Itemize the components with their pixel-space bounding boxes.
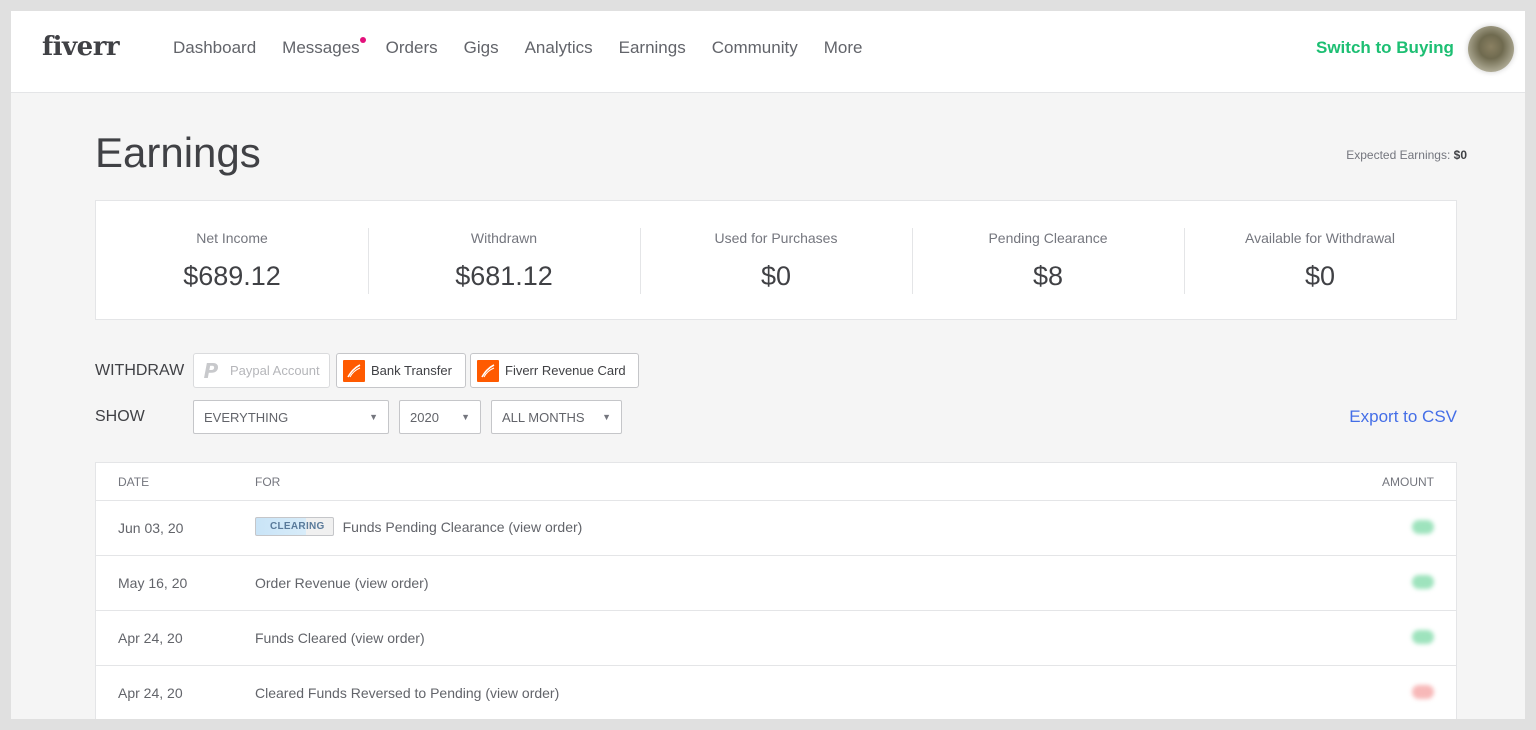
type-filter-select[interactable]: EVERYTHING ▼ xyxy=(193,400,389,434)
revenue-card-icon xyxy=(477,359,499,382)
amount-negative-blurred xyxy=(1412,685,1434,699)
table-row: Apr 24, 20 Funds Cleared (view order) xyxy=(96,611,1456,666)
stat-value: $8 xyxy=(1032,261,1064,291)
unread-dot-icon xyxy=(359,37,366,43)
earnings-summary: Net Income $689.12 Withdrawn $681.12 Use… xyxy=(95,200,1457,320)
show-label: SHOW xyxy=(95,408,145,425)
fiverr-logo[interactable]: fiverr xyxy=(42,32,120,62)
app-window: fiverr Dashboard Messages Orders Gigs An… xyxy=(11,11,1525,719)
paypal-account-button[interactable]: P Paypal Account xyxy=(193,353,330,388)
column-header-amount: AMOUNT xyxy=(1382,475,1434,489)
paypal-account-label: Paypal Account xyxy=(230,363,320,378)
table-row: Jun 03, 20 CLEARING Funds Pending Cleara… xyxy=(96,501,1456,556)
stat-available-for-withdrawal: Available for Withdrawal $0 xyxy=(1184,201,1456,319)
month-filter-select[interactable]: ALL MONTHS ▼ xyxy=(491,400,622,434)
stat-value: $0 xyxy=(1304,261,1336,291)
row-date: Jun 03, 20 xyxy=(118,520,184,536)
paypal-icon: P xyxy=(203,358,219,383)
stat-pending-clearance: Pending Clearance $8 xyxy=(912,201,1184,319)
chevron-down-icon: ▼ xyxy=(461,412,470,422)
table-header: DATE FOR AMOUNT xyxy=(96,463,1456,501)
table-row: Apr 24, 20 Cleared Funds Reversed to Pen… xyxy=(96,666,1456,719)
fiverr-revenue-card-label: Fiverr Revenue Card xyxy=(505,363,626,378)
column-header-date: DATE xyxy=(118,475,150,489)
nav-gigs[interactable]: Gigs xyxy=(464,38,499,58)
nav-earnings[interactable]: Earnings xyxy=(619,38,686,58)
top-nav-bar: fiverr Dashboard Messages Orders Gigs An… xyxy=(11,11,1525,93)
year-filter-select[interactable]: 2020 ▼ xyxy=(399,400,481,434)
row-description[interactable]: CLEARING Funds Pending Clearance (view o… xyxy=(255,517,582,536)
row-description-text: Funds Pending Clearance (view order) xyxy=(342,518,583,535)
bank-transfer-button[interactable]: Bank Transfer xyxy=(336,353,466,388)
row-description[interactable]: Cleared Funds Reversed to Pending (view … xyxy=(255,685,559,701)
bank-transfer-icon xyxy=(343,359,365,382)
bank-transfer-label: Bank Transfer xyxy=(371,363,452,378)
fiverr-revenue-card-button[interactable]: Fiverr Revenue Card xyxy=(470,353,639,388)
switch-to-buying-link[interactable]: Switch to Buying xyxy=(1316,38,1454,58)
export-csv-link[interactable]: Export to CSV xyxy=(1349,407,1457,427)
nav-more[interactable]: More xyxy=(824,38,863,58)
stat-label: Withdrawn xyxy=(470,230,538,246)
chevron-down-icon: ▼ xyxy=(369,412,378,422)
page-title: Earnings xyxy=(95,129,261,176)
stat-value: $0 xyxy=(760,261,792,291)
stat-label: Net Income xyxy=(196,230,268,246)
chevron-down-icon: ▼ xyxy=(602,412,611,422)
expected-earnings: Expected Earnings: $0 xyxy=(1346,148,1467,162)
stat-net-income: Net Income $689.12 xyxy=(96,201,368,319)
stat-value: $689.12 xyxy=(183,261,281,291)
row-date: May 16, 20 xyxy=(118,575,188,591)
table-row: May 16, 20 Order Revenue (view order) xyxy=(96,556,1456,611)
withdraw-label: WITHDRAW xyxy=(95,362,185,379)
amount-positive-blurred xyxy=(1412,520,1434,534)
transactions-table: DATE FOR AMOUNT Jun 03, 20 CLEARING Fund… xyxy=(95,462,1457,719)
row-description[interactable]: Order Revenue (view order) xyxy=(255,575,429,591)
type-filter-value: EVERYTHING xyxy=(204,409,289,425)
amount-positive-blurred xyxy=(1412,630,1434,644)
stat-withdrawn: Withdrawn $681.12 xyxy=(368,201,640,319)
nav-community[interactable]: Community xyxy=(712,38,798,58)
main-nav: Dashboard Messages Orders Gigs Analytics… xyxy=(173,37,888,58)
amount-positive-blurred xyxy=(1412,575,1434,589)
nav-messages-label: Messages xyxy=(282,38,360,57)
column-header-for: FOR xyxy=(255,475,281,489)
row-date: Apr 24, 20 xyxy=(118,630,183,646)
user-avatar[interactable] xyxy=(1468,26,1514,72)
row-description[interactable]: Funds Cleared (view order) xyxy=(255,630,425,646)
nav-messages[interactable]: Messages xyxy=(282,37,366,58)
month-filter-value: ALL MONTHS xyxy=(502,409,585,425)
stat-label: Pending Clearance xyxy=(988,230,1108,246)
expected-earnings-value: $0 xyxy=(1453,148,1467,162)
nav-analytics[interactable]: Analytics xyxy=(525,38,593,58)
stat-value: $681.12 xyxy=(455,261,553,291)
expected-earnings-label: Expected Earnings: xyxy=(1346,148,1451,162)
stat-label: Used for Purchases xyxy=(714,230,838,246)
year-filter-value: 2020 xyxy=(410,409,439,425)
clearing-badge: CLEARING xyxy=(255,517,334,536)
stat-used-for-purchases: Used for Purchases $0 xyxy=(640,201,912,319)
nav-dashboard[interactable]: Dashboard xyxy=(173,38,256,58)
stat-label: Available for Withdrawal xyxy=(1245,230,1395,246)
nav-orders[interactable]: Orders xyxy=(386,38,438,58)
row-date: Apr 24, 20 xyxy=(118,685,183,701)
